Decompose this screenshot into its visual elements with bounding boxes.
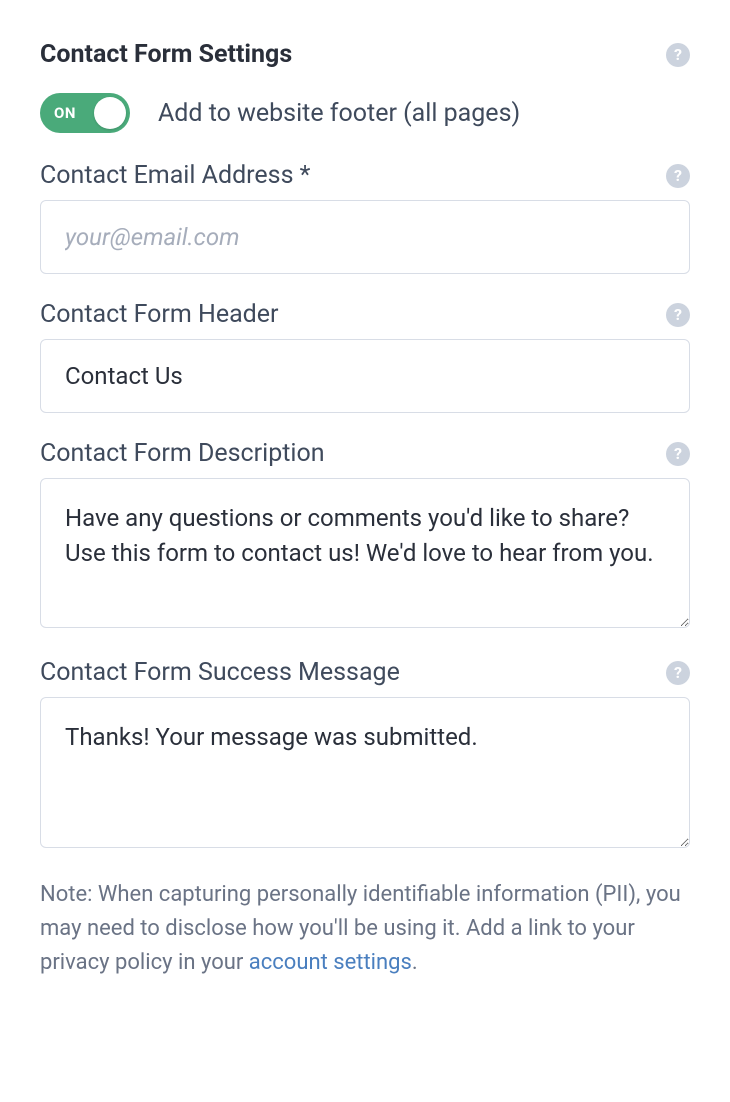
field-contact-email: Contact Email Address * ? (40, 161, 690, 274)
toggle-knob (94, 97, 126, 129)
footer-toggle-description: Add to website footer (all pages) (158, 99, 520, 128)
form-description-textarea[interactable] (40, 478, 690, 628)
help-icon[interactable]: ? (666, 164, 690, 188)
help-icon[interactable]: ? (666, 442, 690, 466)
section-header: Contact Form Settings ? (40, 40, 690, 69)
footer-toggle-row: ON Add to website footer (all pages) (40, 93, 690, 133)
field-success-message: Contact Form Success Message ? (40, 658, 690, 851)
form-header-input[interactable] (40, 339, 690, 413)
toggle-state-label: ON (40, 104, 76, 122)
help-icon[interactable]: ? (666, 303, 690, 327)
field-form-header: Contact Form Header ? (40, 300, 690, 413)
success-message-label: Contact Form Success Message (40, 658, 400, 687)
pii-note-suffix: . (412, 950, 418, 975)
help-icon[interactable]: ? (666, 43, 690, 67)
field-form-description: Contact Form Description ? (40, 439, 690, 632)
contact-email-label: Contact Email Address * (40, 161, 310, 190)
account-settings-link[interactable]: account settings (249, 950, 412, 975)
help-icon[interactable]: ? (666, 661, 690, 685)
form-description-label: Contact Form Description (40, 439, 325, 468)
page-title: Contact Form Settings (40, 40, 292, 69)
success-message-textarea[interactable] (40, 697, 690, 847)
form-header-label: Contact Form Header (40, 300, 279, 329)
pii-note: Note: When capturing personally identifi… (40, 878, 690, 980)
footer-toggle[interactable]: ON (40, 93, 130, 133)
contact-email-input[interactable] (40, 200, 690, 274)
